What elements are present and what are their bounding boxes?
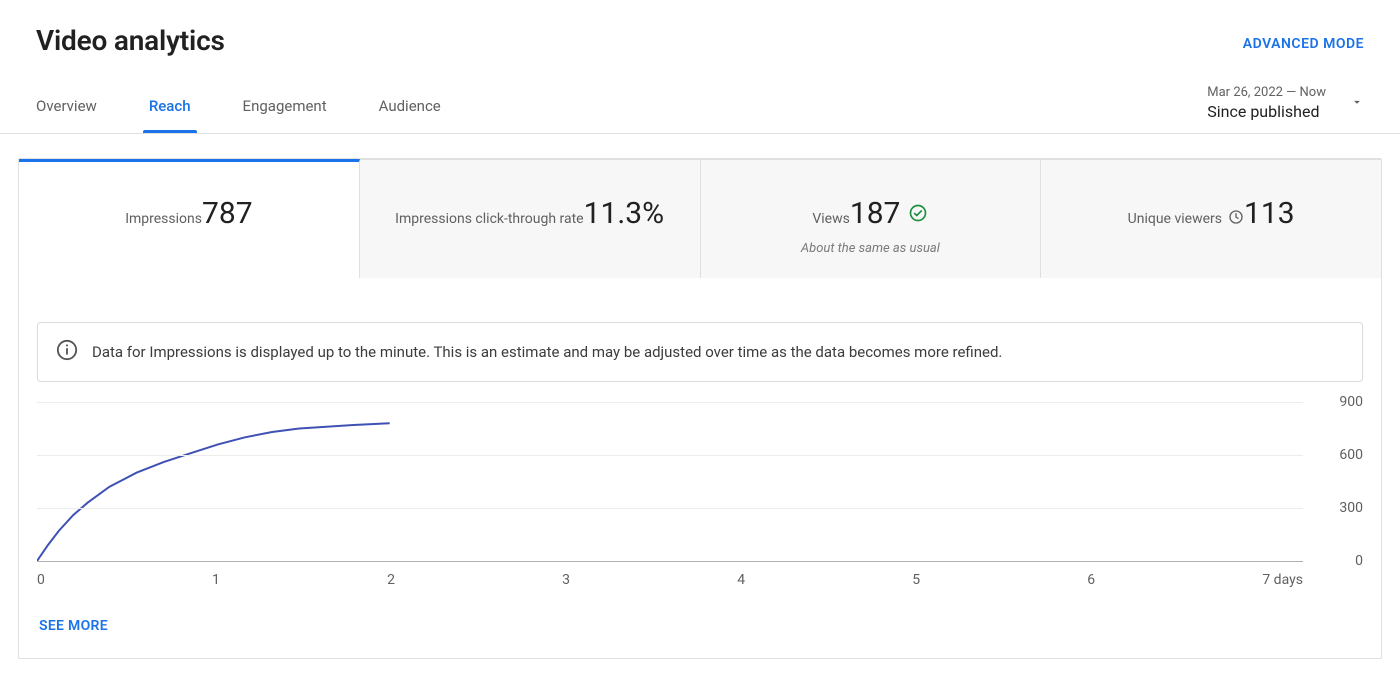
metric-value: 787 [202,196,253,231]
chart-series-line [37,423,390,561]
date-range-picker[interactable]: Mar 26, 2022 — Now Since published [1207,85,1364,133]
metric-value: 113 [1244,196,1295,231]
y-tick-label: 0 [1355,553,1363,569]
y-tick-label: 300 [1339,500,1363,516]
x-tick-label: 0 [37,572,45,588]
metric-tab-impressions-click-through-rate[interactable]: Impressions click-through rate11.3% [360,159,701,278]
tab-reach[interactable]: Reach [149,97,191,133]
metric-tab-unique-viewers[interactable]: Unique viewers113 [1041,159,1381,278]
x-tick-label: 7 days [1262,572,1303,588]
page-title: Video analytics [36,24,225,57]
metric-value: 11.3% [584,196,664,231]
metric-label: Views [812,211,850,227]
chart-gridline [37,402,1303,403]
metric-value: 187 [850,196,929,231]
date-range-label: Since published [1207,102,1326,121]
x-tick-label: 4 [737,572,745,588]
clock-icon [1228,209,1244,229]
y-tick-label: 900 [1339,394,1363,410]
metric-subtext: About the same as usual [711,241,1031,256]
info-banner-text: Data for Impressions is displayed up to … [92,343,1002,361]
check-circle-icon [908,196,928,231]
x-tick-label: 6 [1087,572,1095,588]
metric-tab-views[interactable]: Views187 About the same as usual [701,159,1042,278]
see-more-link[interactable]: SEE MORE [39,618,108,634]
metric-label: Impressions click-through rate [395,211,583,227]
chevron-down-icon [1350,94,1364,113]
x-tick-label: 3 [562,572,570,588]
metric-tab-impressions[interactable]: Impressions787 [19,159,360,278]
chart-gridline [37,455,1303,456]
metric-tabs: Impressions787Impressions click-through … [19,159,1381,278]
info-icon [56,339,78,365]
metric-label: Impressions [125,211,202,227]
x-tick-label: 2 [387,572,395,588]
analytics-card: Impressions787Impressions click-through … [18,158,1382,659]
x-tick-label: 1 [212,572,220,588]
x-tick-label: 5 [912,572,920,588]
info-banner: Data for Impressions is displayed up to … [37,322,1363,382]
impressions-chart: 01234567 days 0300600900 [37,402,1363,588]
main-tabs: Overview Reach Engagement Audience [36,97,441,133]
tab-overview[interactable]: Overview [36,97,97,133]
tab-engagement[interactable]: Engagement [243,97,327,133]
chart-gridline [37,508,1303,509]
metric-label: Unique viewers [1128,209,1244,229]
date-range-text: Mar 26, 2022 — Now [1207,85,1326,100]
tab-audience[interactable]: Audience [379,97,441,133]
advanced-mode-link[interactable]: ADVANCED MODE [1243,36,1364,52]
y-tick-label: 600 [1339,447,1363,463]
